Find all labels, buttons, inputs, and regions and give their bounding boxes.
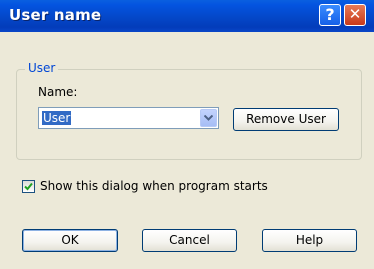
name-label: Name: [38, 85, 78, 99]
window-title: User name [9, 6, 102, 24]
cancel-button[interactable]: Cancel [142, 229, 237, 252]
user-name-dialog: User name ? ✕ User Name: User Remove Use… [0, 0, 374, 269]
help-button[interactable]: Help [262, 229, 357, 252]
combobox-dropdown-button[interactable] [200, 109, 217, 127]
checkmark-icon [24, 182, 33, 191]
show-dialog-checkbox-label[interactable]: Show this dialog when program starts [40, 179, 268, 193]
title-close-button[interactable]: ✕ [344, 4, 366, 26]
ok-button[interactable]: OK [22, 229, 118, 252]
remove-user-button[interactable]: Remove User [233, 108, 339, 131]
title-help-button[interactable]: ? [319, 4, 341, 26]
chevron-down-icon [204, 115, 213, 121]
name-combobox-value[interactable]: User [42, 111, 72, 125]
group-label: User [25, 61, 59, 75]
show-dialog-checkbox[interactable] [22, 180, 35, 193]
title-bar[interactable]: User name ? ✕ [0, 0, 374, 32]
name-combobox[interactable]: User [38, 107, 219, 129]
